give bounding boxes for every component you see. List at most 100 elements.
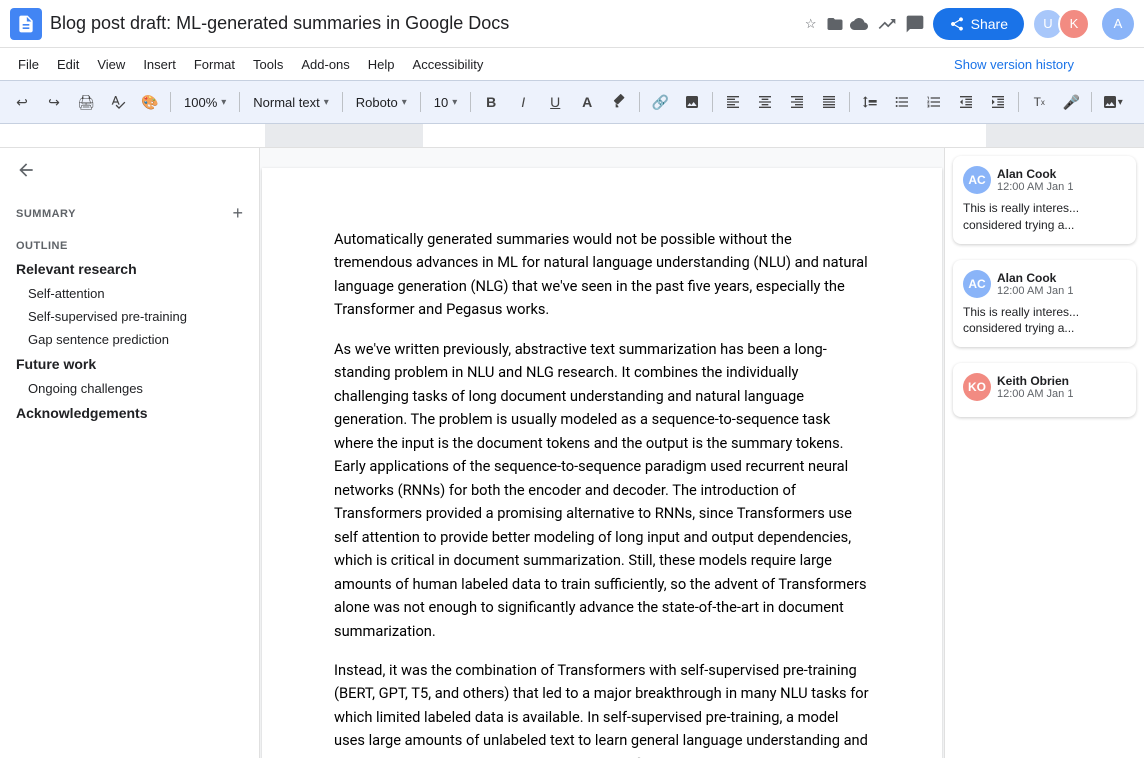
image-button[interactable] [678, 88, 706, 116]
comment-card-1: AC Alan Cook 12:00 AM Jan 1 This is real… [953, 156, 1136, 244]
summary-section: SUMMARY + [0, 195, 259, 232]
divider-1 [170, 92, 171, 112]
comment-header-2: AC Alan Cook 12:00 AM Jan 1 [963, 270, 1126, 298]
text-style-select[interactable]: Normal text ▾ [246, 88, 336, 116]
comment-time-3: 12:00 AM Jan 1 [997, 388, 1073, 400]
divider-8 [849, 92, 850, 112]
menu-help[interactable]: Help [360, 53, 403, 76]
right-controls: Share U K A [877, 8, 1134, 40]
highlight-button[interactable] [605, 88, 633, 116]
doc-area[interactable]: Automatically generated summaries would … [260, 148, 944, 758]
sidebar: SUMMARY + OUTLINE Relevant research Self… [0, 148, 260, 758]
comment-text-2: This is really interes... considered try… [963, 304, 1126, 338]
divider-7 [712, 92, 713, 112]
ruler [0, 124, 1144, 148]
italic-button[interactable]: I [509, 88, 537, 116]
comment-text-1: This is really interes... considered try… [963, 200, 1126, 234]
numbered-list-button[interactable] [920, 88, 948, 116]
avatar-current-user[interactable]: A [1102, 8, 1134, 40]
main-layout: SUMMARY + OUTLINE Relevant research Self… [0, 148, 1144, 758]
menu-bar: File Edit View Insert Format Tools Add-o… [0, 48, 1144, 80]
version-history-link[interactable]: Show version history [954, 57, 1074, 72]
outline-subheading-self-attention[interactable]: Self-attention [0, 282, 259, 305]
paragraph-3: Instead, it was the combination of Trans… [334, 659, 870, 758]
title-bar: Blog post draft: ML-generated summaries … [0, 0, 1144, 48]
menu-tools[interactable]: Tools [245, 53, 291, 76]
comment-header-1: AC Alan Cook 12:00 AM Jan 1 [963, 166, 1126, 194]
doc-page[interactable]: Automatically generated summaries would … [262, 168, 942, 758]
comment-header-3: KO Keith Obrien 12:00 AM Jan 1 [963, 373, 1126, 401]
print-button[interactable]: 🖨 [72, 88, 100, 116]
menu-file[interactable]: File [10, 53, 47, 76]
increase-indent-button[interactable] [984, 88, 1012, 116]
add-summary-button[interactable]: + [232, 203, 243, 224]
bulleted-list-button[interactable] [888, 88, 916, 116]
outline-heading-acknowledgements[interactable]: Acknowledgements [0, 400, 259, 426]
undo-button[interactable]: ↩ [8, 88, 36, 116]
avatar-group: U K [1032, 8, 1090, 40]
divider-5 [470, 92, 471, 112]
outline-heading-future-work[interactable]: Future work [0, 351, 259, 377]
star-icon[interactable]: ☆ [801, 14, 821, 34]
toolbar: ↩ ↪ 🖨 🎨 100% ▾ Normal text ▾ Roboto ▾ 10… [0, 80, 1144, 124]
outline-subheading-gap-sentence[interactable]: Gap sentence prediction [0, 328, 259, 351]
comment-time-2: 12:00 AM Jan 1 [997, 285, 1073, 297]
avatar-user2: K [1058, 8, 1090, 40]
comment-card-2: AC Alan Cook 12:00 AM Jan 1 This is real… [953, 260, 1136, 348]
outline-heading-relevant-research[interactable]: Relevant research [0, 256, 259, 282]
comment-avatar-3: KO [963, 373, 991, 401]
align-center-button[interactable] [751, 88, 779, 116]
underline-button[interactable]: U [541, 88, 569, 116]
menu-format[interactable]: Format [186, 53, 243, 76]
divider-10 [1091, 92, 1092, 112]
menu-insert[interactable]: Insert [135, 53, 184, 76]
comment-author-2: Alan Cook [997, 271, 1073, 285]
divider-3 [342, 92, 343, 112]
divider-4 [420, 92, 421, 112]
divider-6 [639, 92, 640, 112]
title-icons: ☆ [801, 14, 869, 34]
trending-icon[interactable] [877, 14, 897, 34]
font-select[interactable]: Roboto ▾ [349, 88, 414, 116]
spellcheck-button[interactable] [104, 88, 132, 116]
ruler-inner [265, 124, 1144, 147]
decrease-indent-button[interactable] [952, 88, 980, 116]
zoom-select[interactable]: 100% ▾ [177, 88, 233, 116]
app-icon [10, 8, 42, 40]
paint-format-button[interactable]: 🎨 [136, 88, 164, 116]
sidebar-back-button[interactable] [0, 148, 259, 195]
cloud-icon[interactable] [849, 14, 869, 34]
comments-panel: AC Alan Cook 12:00 AM Jan 1 This is real… [944, 148, 1144, 758]
align-left-button[interactable] [719, 88, 747, 116]
image-settings-button[interactable]: ▾ [1098, 88, 1126, 116]
divider-9 [1018, 92, 1019, 112]
menu-edit[interactable]: Edit [49, 53, 87, 76]
summary-label: SUMMARY [16, 208, 76, 220]
comment-time-1: 12:00 AM Jan 1 [997, 181, 1073, 193]
redo-button[interactable]: ↪ [40, 88, 68, 116]
align-right-button[interactable] [783, 88, 811, 116]
clear-formatting-button[interactable]: Tx [1025, 88, 1053, 116]
comment-card-3: KO Keith Obrien 12:00 AM Jan 1 [953, 363, 1136, 417]
comment-avatar-2: AC [963, 270, 991, 298]
bold-button[interactable]: B [477, 88, 505, 116]
voice-typing-button[interactable]: 🎤 [1057, 88, 1085, 116]
link-button[interactable]: 🔗 [646, 88, 674, 116]
menu-accessibility[interactable]: Accessibility [405, 53, 492, 76]
paragraph-2: As we've written previously, abstractive… [334, 338, 870, 643]
outline-label: OUTLINE [0, 232, 259, 256]
line-spacing-button[interactable] [856, 88, 884, 116]
font-size-select[interactable]: 10 ▾ [427, 88, 465, 116]
menu-addons[interactable]: Add-ons [293, 53, 357, 76]
folder-icon[interactable] [825, 14, 845, 34]
comment-author-1: Alan Cook [997, 167, 1073, 181]
doc-title[interactable]: Blog post draft: ML-generated summaries … [50, 13, 793, 34]
align-justify-button[interactable] [815, 88, 843, 116]
comment-icon[interactable] [905, 14, 925, 34]
outline-subheading-ongoing-challenges[interactable]: Ongoing challenges [0, 377, 259, 400]
comment-author-3: Keith Obrien [997, 374, 1073, 388]
menu-view[interactable]: View [89, 53, 133, 76]
outline-subheading-self-supervised[interactable]: Self-supervised pre-training [0, 305, 259, 328]
text-color-button[interactable]: A [573, 88, 601, 116]
share-button[interactable]: Share [933, 8, 1024, 40]
